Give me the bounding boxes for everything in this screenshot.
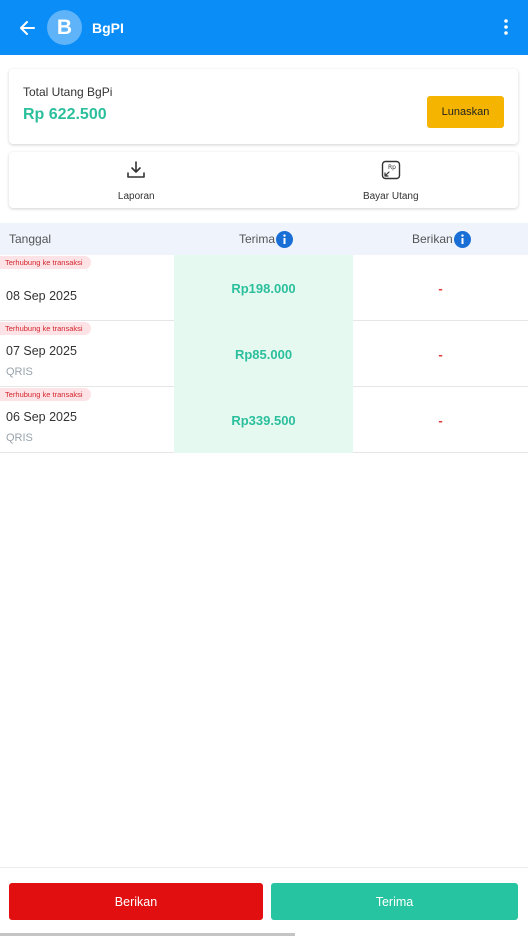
column-date: Tanggal <box>9 223 51 255</box>
linked-transaction-badge: Terhubung ke transaksi <box>0 388 91 401</box>
give-amount: - <box>438 280 443 296</box>
settle-button[interactable]: Lunaskan <box>427 96 504 128</box>
payment-method: QRIS <box>6 366 33 378</box>
table-row[interactable]: Rp339.500 - Terhubung ke transaksi 06 Se… <box>0 387 528 453</box>
table-header: Tanggal Terima Berikan <box>0 223 528 255</box>
report-button[interactable]: Laporan <box>9 152 264 208</box>
actions-card: Laporan Rp Bayar Utang <box>9 152 518 208</box>
give-button[interactable]: Berikan <box>9 883 263 920</box>
column-receive-label: Terima <box>239 232 276 246</box>
linked-transaction-badge: Terhubung ke transaksi <box>0 322 91 335</box>
pay-debt-label: Bayar Utang <box>362 191 419 202</box>
app-bar: B BgPI <box>0 0 528 55</box>
back-arrow-icon[interactable] <box>14 15 40 41</box>
more-vertical-icon[interactable] <box>498 16 514 38</box>
debt-summary-card: Total Utang BgPi Rp 622.500 Lunaskan <box>9 69 518 144</box>
column-give-label: Berikan <box>412 232 453 246</box>
info-icon[interactable] <box>453 230 471 248</box>
column-receive: Terima <box>239 223 294 255</box>
bottom-action-bar: Berikan Terima <box>0 867 528 937</box>
column-give: Berikan <box>412 223 471 255</box>
pay-debt-button[interactable]: Rp Bayar Utang <box>264 152 519 208</box>
avatar: B <box>47 10 82 45</box>
download-icon <box>126 160 146 185</box>
report-label: Laporan <box>117 191 155 202</box>
column-date-label: Tanggal <box>9 232 52 246</box>
rp-pay-icon: Rp <box>381 160 401 185</box>
svg-text:Rp: Rp <box>388 164 396 171</box>
give-amount: - <box>438 346 443 362</box>
table-row[interactable]: Rp198.000 - Terhubung ke transaksi 08 Se… <box>0 255 528 321</box>
page-title: BgPI <box>92 19 124 36</box>
receive-amount: Rp198.000 <box>174 255 353 321</box>
row-date: 07 Sep 2025 <box>6 344 77 358</box>
receive-button[interactable]: Terima <box>271 883 518 920</box>
info-icon[interactable] <box>276 230 294 248</box>
row-date: 06 Sep 2025 <box>6 410 77 424</box>
total-debt-label: Total Utang BgPi <box>23 85 113 99</box>
row-date: 08 Sep 2025 <box>6 289 77 303</box>
linked-transaction-badge: Terhubung ke transaksi <box>0 256 91 269</box>
receive-amount: Rp339.500 <box>174 387 353 453</box>
receive-amount: Rp85.000 <box>174 321 353 387</box>
table-row[interactable]: Rp85.000 - Terhubung ke transaksi 07 Sep… <box>0 321 528 387</box>
payment-method: QRIS <box>6 432 33 444</box>
gesture-nav-bar <box>0 933 295 936</box>
give-amount: - <box>438 412 443 428</box>
total-debt-amount: Rp 622.500 <box>23 106 107 123</box>
